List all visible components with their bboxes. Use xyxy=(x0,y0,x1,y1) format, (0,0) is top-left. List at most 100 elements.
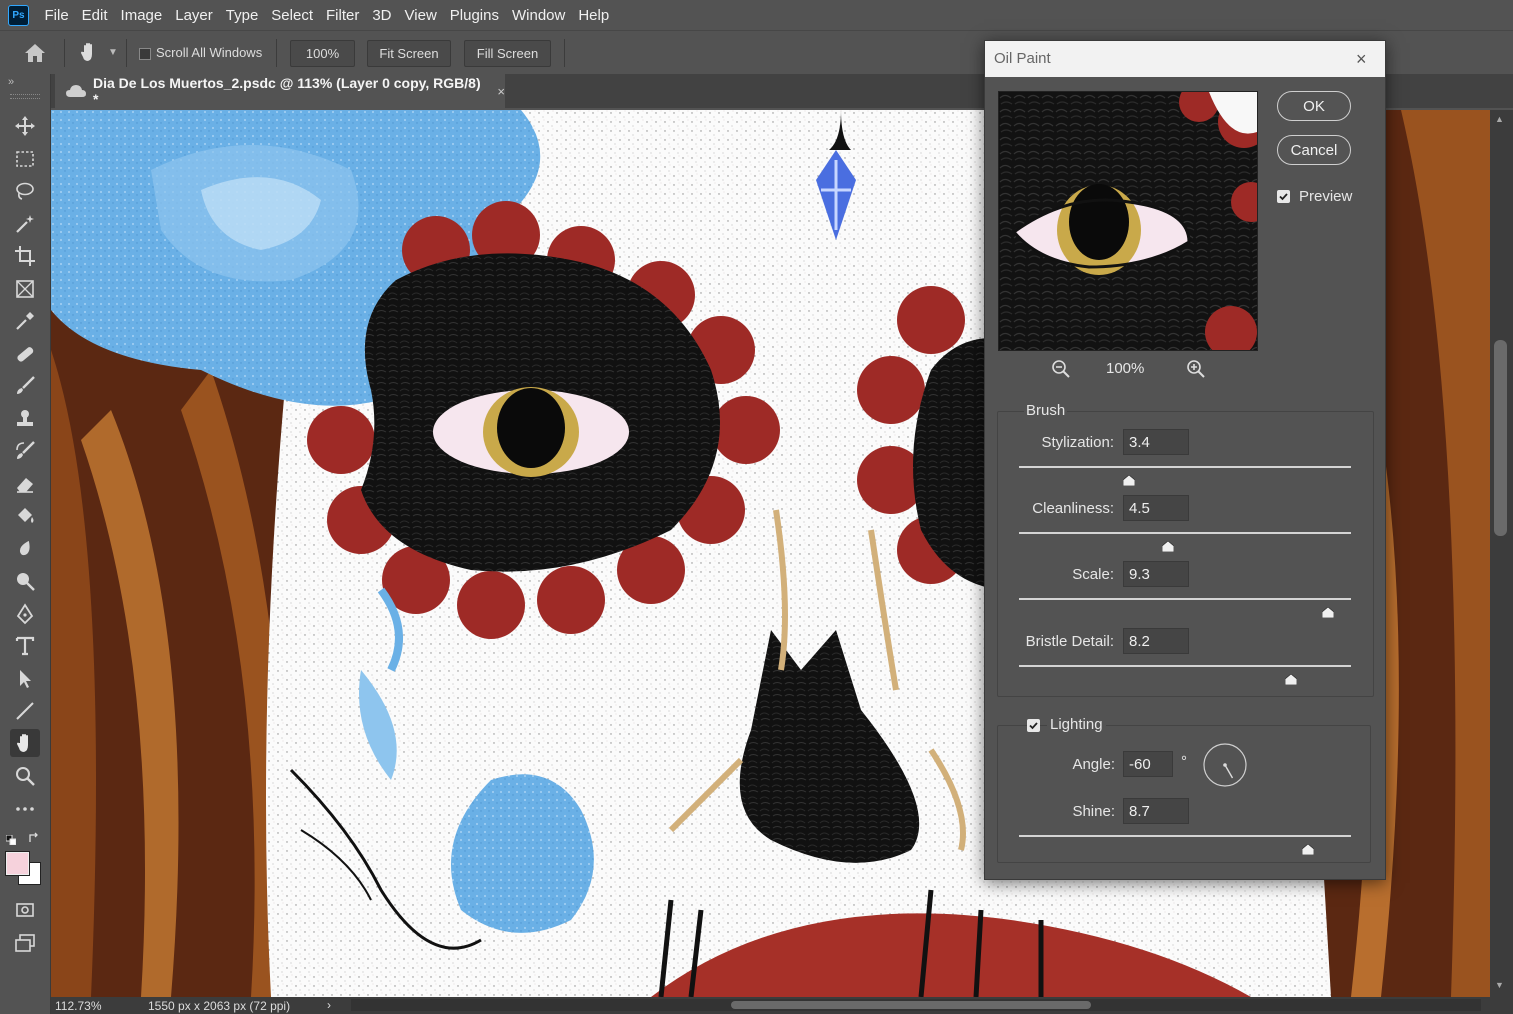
path-selection-icon[interactable] xyxy=(10,665,40,693)
scale-slider-thumb[interactable] xyxy=(1321,605,1335,619)
menu-select[interactable]: Select xyxy=(265,7,320,24)
horizontal-scrollbar[interactable] xyxy=(351,999,1481,1011)
chevron-down-icon[interactable]: ▼ xyxy=(108,47,118,58)
bristle-detail-input[interactable]: 8.2 xyxy=(1123,628,1189,654)
dialog-title: Oil Paint xyxy=(994,50,1051,67)
photoshop-logo[interactable]: Ps xyxy=(8,4,29,26)
scale-input[interactable]: 9.3 xyxy=(1123,561,1189,587)
eyedropper-icon[interactable] xyxy=(10,307,40,335)
crop-tool-icon[interactable] xyxy=(10,242,40,270)
healing-brush-icon[interactable] xyxy=(10,340,40,368)
stylization-slider-track[interactable] xyxy=(1019,466,1351,468)
tool-panel: » xyxy=(0,74,51,1014)
cleanliness-slider-track[interactable] xyxy=(1019,532,1351,534)
bristle-detail-slider-thumb[interactable] xyxy=(1284,672,1298,686)
document-tab[interactable]: Dia De Los Muertos_2.psdc @ 113% (Layer … xyxy=(55,74,505,108)
fit-screen-button[interactable]: Fit Screen xyxy=(367,40,451,67)
hand-tool-preset-icon[interactable] xyxy=(78,41,100,63)
menu-type[interactable]: Type xyxy=(219,7,265,24)
shine-input[interactable]: 8.7 xyxy=(1123,798,1189,824)
paint-bucket-icon[interactable] xyxy=(10,502,40,530)
move-tool-icon[interactable] xyxy=(10,112,40,140)
options-divider xyxy=(276,39,277,67)
scroll-down-icon[interactable]: ▼ xyxy=(1495,980,1504,990)
status-menu-arrow-icon[interactable]: › xyxy=(327,998,331,1012)
status-zoom[interactable]: 112.73% xyxy=(55,999,101,1013)
menu-image[interactable]: Image xyxy=(114,7,169,24)
menu-edit[interactable]: Edit xyxy=(75,7,114,24)
default-colors-icon[interactable] xyxy=(5,832,17,846)
scroll-all-windows-checkbox[interactable] xyxy=(139,48,151,60)
clone-stamp-icon[interactable] xyxy=(10,405,40,433)
marquee-tool-icon[interactable] xyxy=(10,145,40,173)
hand-tool-icon[interactable] xyxy=(10,729,40,757)
cancel-button[interactable]: Cancel xyxy=(1277,135,1351,165)
zoom-out-icon[interactable] xyxy=(1051,359,1071,379)
shine-label: Shine: xyxy=(1072,803,1115,820)
menu-help[interactable]: Help xyxy=(572,7,616,24)
bristle-detail-label: Bristle Detail: xyxy=(1025,633,1114,650)
checkmark-icon xyxy=(1279,193,1288,201)
bristle-detail-slider-track[interactable] xyxy=(1019,665,1351,667)
panel-collapse-icon[interactable]: » xyxy=(8,76,14,88)
fill-screen-button[interactable]: Fill Screen xyxy=(464,40,551,67)
history-brush-icon[interactable] xyxy=(10,437,40,465)
vertical-scroll-thumb[interactable] xyxy=(1494,340,1507,536)
menu-view[interactable]: View xyxy=(398,7,443,24)
horizontal-scroll-thumb[interactable] xyxy=(731,1001,1091,1009)
menu-window[interactable]: Window xyxy=(505,7,571,24)
swap-colors-icon[interactable] xyxy=(28,831,40,843)
more-tools-icon[interactable] xyxy=(10,795,40,823)
dialog-title-bar[interactable]: Oil Paint × xyxy=(985,41,1385,77)
scroll-up-icon[interactable]: ▲ xyxy=(1495,114,1504,124)
type-tool-icon[interactable] xyxy=(10,632,40,660)
filter-preview[interactable] xyxy=(998,91,1258,351)
angle-input[interactable]: -60 xyxy=(1123,751,1173,777)
cleanliness-label: Cleanliness: xyxy=(1032,500,1114,517)
scale-slider-track[interactable] xyxy=(1019,598,1351,600)
close-icon[interactable]: × xyxy=(1356,49,1367,70)
panel-grip[interactable] xyxy=(10,94,40,99)
cloud-document-icon xyxy=(65,84,87,98)
preview-checkbox[interactable] xyxy=(1277,190,1290,203)
angle-label: Angle: xyxy=(1072,756,1115,773)
zoom-in-icon[interactable] xyxy=(1186,359,1206,379)
close-icon[interactable]: × xyxy=(497,84,505,99)
oil-paint-dialog: Oil Paint × OK Cancel Preview 100% Brush… xyxy=(984,40,1386,880)
stylization-label: Stylization: xyxy=(1041,434,1114,451)
blur-tool-icon[interactable] xyxy=(10,535,40,563)
brush-icon[interactable] xyxy=(10,372,40,400)
lighting-group xyxy=(997,725,1371,863)
menu-file[interactable]: File xyxy=(38,7,75,24)
lighting-checkbox[interactable] xyxy=(1027,719,1040,732)
menu-3d[interactable]: 3D xyxy=(366,7,398,24)
lasso-tool-icon[interactable] xyxy=(10,177,40,205)
eraser-icon[interactable] xyxy=(10,470,40,498)
shine-slider-thumb[interactable] xyxy=(1301,842,1315,856)
angle-dial[interactable] xyxy=(1203,743,1247,787)
menu-filter[interactable]: Filter xyxy=(320,7,366,24)
menu-plugins[interactable]: Plugins xyxy=(443,7,505,24)
vertical-scrollbar[interactable]: ▲ ▼ xyxy=(1490,110,1513,997)
line-tool-icon[interactable] xyxy=(10,697,40,725)
cleanliness-slider-thumb[interactable] xyxy=(1161,539,1175,553)
pen-tool-icon[interactable] xyxy=(10,600,40,628)
zoom-100-button[interactable]: 100% xyxy=(290,40,355,67)
cleanliness-input[interactable]: 4.5 xyxy=(1123,495,1189,521)
menu-bar: Ps File Edit Image Layer Type Select Fil… xyxy=(0,0,1513,30)
preview-label: Preview xyxy=(1299,188,1353,205)
stylization-slider-thumb[interactable] xyxy=(1122,473,1135,487)
ok-button[interactable]: OK xyxy=(1277,91,1351,121)
checkmark-icon xyxy=(1029,722,1038,730)
stylization-input[interactable]: 3.4 xyxy=(1123,429,1189,455)
home-icon[interactable] xyxy=(22,41,48,65)
magic-wand-icon[interactable] xyxy=(10,210,40,238)
menu-layer[interactable]: Layer xyxy=(169,7,220,24)
quick-mask-icon[interactable] xyxy=(10,896,40,924)
foreground-color-swatch[interactable] xyxy=(5,851,30,876)
frame-tool-icon[interactable] xyxy=(10,275,40,303)
zoom-tool-icon[interactable] xyxy=(10,762,40,790)
screen-mode-icon[interactable] xyxy=(10,929,40,957)
shine-slider-track[interactable] xyxy=(1019,835,1351,837)
dodge-tool-icon[interactable] xyxy=(10,567,40,595)
